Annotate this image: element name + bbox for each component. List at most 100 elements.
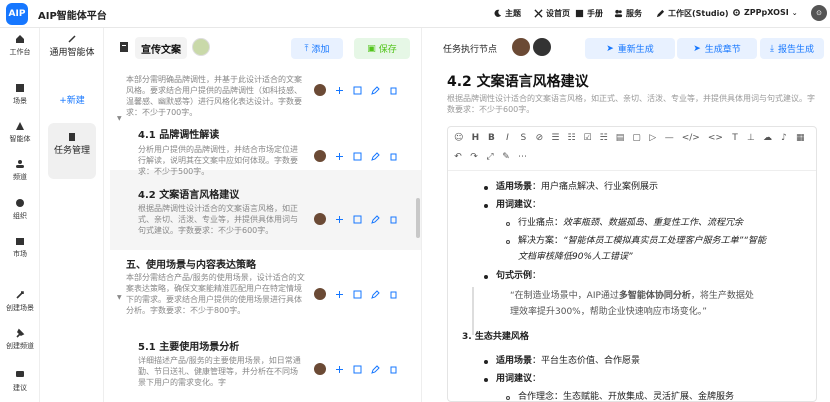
top-bar: AIP AIP智能体平台 主题 设首页 手册 服务 工作区(Studio) ZP… — [0, 0, 830, 28]
plus-icon[interactable] — [335, 365, 344, 374]
outline-heading[interactable]: 五、使用场景与内容表达策略 — [126, 256, 256, 271]
nav-agent[interactable]: 智能体 — [0, 121, 40, 144]
gear-icon — [733, 9, 740, 16]
document-outline-pane: 宣传文案 ⤒ 添加 ▣ 保存 ▼ 本部分需明确品牌调性，并基于此设计适合的文案风格。… — [104, 28, 422, 402]
toolbar-row-1: ☺ H B I S ⊘ ☰ ☷ ☑ ☵ ▤ ▢ ▷ — </> <> T ⊥ ☁… — [454, 133, 804, 143]
upload-icon[interactable]: ☁ — [763, 133, 772, 143]
trash-icon[interactable] — [389, 365, 398, 374]
strike-icon[interactable]: S — [519, 133, 527, 143]
collapse-caret-icon[interactable]: ▼ — [117, 294, 122, 301]
outline-heading[interactable]: 5.1 主要使用场景分析 — [138, 338, 239, 353]
bullet-list-icon[interactable]: ☰ — [551, 133, 559, 143]
trash-icon[interactable] — [389, 152, 398, 161]
plus-icon[interactable] — [335, 215, 344, 224]
pen-icon[interactable] — [371, 364, 380, 374]
home-icon — [16, 35, 24, 43]
trash-icon[interactable] — [389, 86, 398, 95]
outline-heading[interactable]: 4.1 品牌调性解读 — [138, 126, 219, 141]
task-node-header: 任务执行节点 ➤ 重新生成 ➤ 生成章节 ⤓ 报告生成 — [422, 28, 830, 68]
edit-icon[interactable] — [353, 152, 362, 161]
app-logo[interactable]: AIP — [6, 3, 28, 25]
document-title[interactable]: 宣传文案 — [135, 37, 187, 59]
nav-channel[interactable]: 频道 — [0, 159, 40, 182]
pin-icon — [16, 328, 25, 338]
indent-icon[interactable]: ☵ — [600, 133, 608, 143]
bullet-dot — [484, 275, 488, 279]
content-line: 合作理念：生态赋能、开放集成、灵活扩展、金牌服务 — [518, 392, 735, 402]
emoji-icon[interactable]: ☺ — [454, 133, 463, 143]
edit-icon[interactable] — [353, 215, 362, 224]
quote-line: 理效率提升300%，帮助企业快速响应市场变化。” — [510, 307, 707, 317]
content-line: 解决方案：“智能体员工模拟真实员工处理客户服务工单”“智能 — [518, 236, 767, 246]
checkbox-icon[interactable]: ☑ — [584, 133, 592, 143]
nav-create-scene[interactable]: 创建场景 — [0, 290, 40, 313]
row-actions — [314, 150, 398, 162]
heading-icon[interactable]: H — [471, 133, 480, 143]
plus-icon[interactable] — [335, 86, 344, 95]
user-avatar[interactable]: ⊙ — [811, 5, 827, 21]
set-homepage-link[interactable]: 设首页 — [534, 8, 570, 19]
nav-create-channel[interactable]: 创建频道 — [0, 328, 40, 351]
content-line: 用词建议： — [496, 200, 542, 210]
sub-bullet — [506, 396, 510, 400]
audio-icon[interactable]: ♪ — [780, 133, 788, 143]
pen-icon[interactable] — [371, 85, 380, 95]
outline-scrollbar[interactable] — [416, 198, 420, 238]
outdent-icon[interactable]: ▤ — [616, 133, 625, 143]
edit-icon[interactable] — [353, 86, 362, 95]
plus-icon[interactable] — [335, 152, 344, 161]
pen-icon[interactable] — [371, 289, 380, 299]
save-button[interactable]: ▣ 保存 — [354, 38, 410, 59]
edit-icon[interactable] — [353, 290, 362, 299]
edit-mode-icon[interactable]: ✎ — [502, 152, 510, 162]
workspace-link[interactable]: 工作区(Studio) — [656, 8, 729, 19]
plus-icon[interactable] — [335, 290, 344, 299]
edit-icon[interactable] — [353, 365, 362, 374]
nav-scene[interactable]: 场景 — [0, 83, 40, 106]
nav-market[interactable]: 市场 — [0, 236, 40, 259]
task-management-item[interactable]: 任务管理 — [48, 123, 96, 179]
content-line: 句式示例： — [496, 271, 542, 281]
box-icon[interactable]: ▢ — [632, 133, 641, 143]
nav-suggest[interactable]: 建议 — [0, 370, 40, 393]
nav-workbench[interactable]: 工作台 — [0, 34, 40, 57]
pen-icon[interactable] — [371, 151, 380, 161]
image-icon[interactable]: ▦ — [796, 133, 805, 143]
code-icon[interactable]: </> — [682, 133, 700, 143]
ordered-list-icon[interactable]: ☷ — [567, 133, 575, 143]
outline-heading-selected[interactable]: 4.2 文案语言风格建议 — [138, 186, 239, 201]
more-icon[interactable]: ⋯ — [518, 152, 527, 162]
table-icon[interactable]: ⊥ — [747, 133, 755, 143]
add-button[interactable]: ⤒ 添加 — [291, 38, 343, 59]
hr-icon[interactable]: — — [665, 133, 674, 143]
bold-icon[interactable]: B — [487, 133, 495, 143]
fullscreen-icon[interactable]: ⤢ — [486, 152, 494, 162]
undo-icon[interactable]: ↶ — [454, 152, 462, 162]
pen-icon[interactable] — [371, 214, 380, 224]
theme-toggle[interactable]: 主题 — [493, 8, 521, 19]
toolbar-row-2: ↶ ↷ ⤢ ✎ ⋯ — [454, 152, 527, 162]
collapse-caret-icon[interactable]: ▼ — [117, 115, 122, 122]
quote-icon[interactable]: ▷ — [649, 133, 657, 143]
user-menu[interactable]: ZPPpXOSI ⌄ — [732, 8, 798, 17]
task-node-pane: 任务执行节点 ➤ 重新生成 ➤ 生成章节 ⤓ 报告生成 4.2 文案语言风格建议 根据… — [422, 28, 830, 402]
regenerate-button[interactable]: ➤ 重新生成 — [585, 38, 675, 59]
service-link[interactable]: 服务 — [614, 8, 642, 19]
link-icon[interactable]: ⊘ — [535, 133, 544, 143]
new-button[interactable]: +新建 — [48, 93, 96, 106]
manual-link[interactable]: 手册 — [575, 8, 603, 19]
quote-line: “在制造业场景中，AIP通过多智能体协同分析，将生产数据处 — [510, 291, 754, 301]
text-icon[interactable]: T — [731, 133, 739, 143]
italic-icon[interactable]: I — [503, 133, 511, 143]
inline-code-icon[interactable]: <> — [708, 133, 723, 143]
general-agent-item[interactable]: 通用智能体 — [48, 34, 96, 60]
generate-chapter-button[interactable]: ➤ 生成章节 — [677, 38, 757, 59]
rich-text-editor[interactable]: ☺ H B I S ⊘ ☰ ☷ ☑ ☵ ▤ ▢ ▷ — </> <> T ⊥ ☁… — [447, 126, 817, 402]
generate-report-button[interactable]: ⤓ 报告生成 — [760, 38, 824, 59]
rocket-icon — [16, 291, 24, 299]
trash-icon[interactable] — [389, 215, 398, 224]
redo-icon[interactable]: ↷ — [470, 152, 478, 162]
trash-icon[interactable] — [389, 290, 398, 299]
nav-org[interactable]: 组织 — [0, 198, 40, 221]
outline-section-desc: 本部分需结合产品/服务的使用场景，设计适合的文案表达策略，确保文案能精准匹配用户… — [126, 273, 305, 315]
